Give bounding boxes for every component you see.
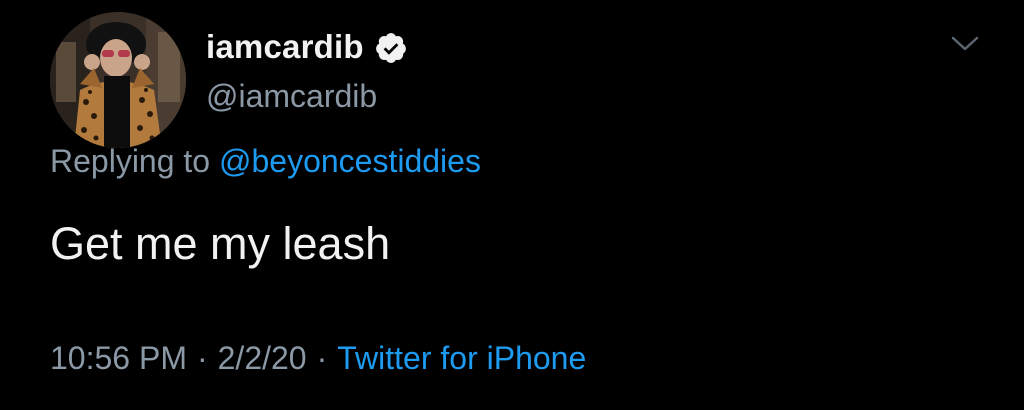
author-name-row[interactable]: iamcardib (206, 22, 408, 72)
tweet-text: Get me my leash (50, 218, 391, 269)
replying-to: Replying to @beyoncestiddies (50, 143, 481, 180)
tweet-meta: 10:56 PM · 2/2/20 · Twitter for iPhone (50, 340, 586, 377)
verified-badge-icon (375, 33, 406, 63)
reply-mention-link[interactable]: @beyoncestiddies (219, 143, 481, 179)
tweet-source-link[interactable]: Twitter for iPhone (337, 340, 586, 376)
tweet-time[interactable]: 10:56 PM (50, 340, 187, 376)
display-name[interactable]: iamcardib (206, 28, 364, 66)
author-handle[interactable]: @iamcardib (206, 78, 377, 115)
replying-to-label: Replying to (50, 143, 211, 179)
meta-separator: · (196, 340, 208, 376)
chevron-down-icon[interactable] (950, 34, 980, 54)
avatar[interactable] (50, 12, 186, 148)
avatar-image (50, 12, 186, 148)
meta-separator: · (316, 340, 328, 376)
tweet-card: iamcardib @iamcardib Replying to @beyonc… (0, 0, 1024, 410)
tweet-date[interactable]: 2/2/20 (218, 340, 307, 376)
